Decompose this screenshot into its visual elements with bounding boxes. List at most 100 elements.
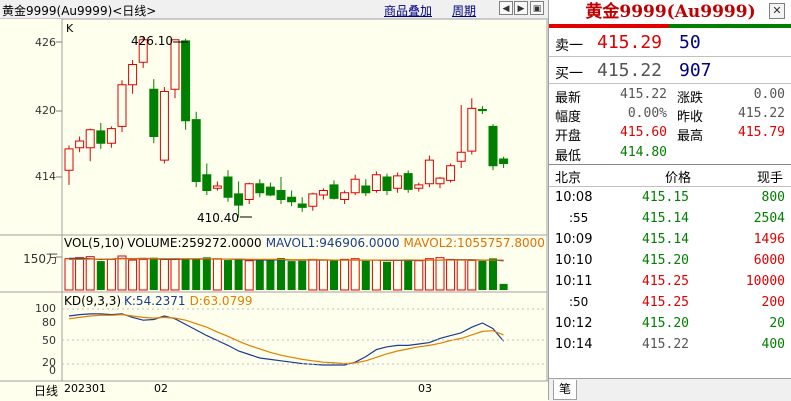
volume-bar [224, 260, 232, 290]
stat-high-value: 415.79 [738, 125, 785, 140]
bottom-tabbar: 笔 [549, 378, 791, 401]
kline-chart[interactable]: 426.10 410.40 K VOL(5,10) VOLUME:259272.0… [0, 19, 548, 400]
tick-price: 415.25 [642, 274, 689, 289]
tick-volume: 6000 [753, 253, 785, 268]
volume-bar [393, 259, 403, 291]
tick-time: :55 [569, 211, 589, 225]
candle [456, 105, 466, 168]
buy-price: 415.22 [597, 60, 663, 81]
candle [181, 38, 191, 130]
prev-arrow-icon[interactable]: ◀ [499, 1, 513, 15]
restore-window-icon[interactable]: ▣ [530, 1, 544, 15]
kd-legend: KD(9,3,3) K:54.2371 D:63.0799 [64, 294, 252, 308]
volume-bar [499, 283, 508, 290]
tick-time: 10:09 [555, 232, 593, 247]
price-tick-414: 414 [35, 170, 56, 183]
volume-bar [287, 261, 296, 290]
bar-red [549, 24, 669, 28]
volume-bar [181, 258, 190, 290]
tick-row: 10:08 415.15 800 [549, 189, 791, 210]
volume-bar [350, 258, 360, 291]
tick-time: :50 [569, 295, 589, 309]
bar-green [669, 24, 791, 28]
tick-row: 10:10 415.20 6000 [549, 252, 791, 273]
candle [467, 98, 477, 155]
low-annotation: 410.40 [197, 211, 239, 225]
candle [361, 179, 371, 197]
x-label-02: 02 [154, 382, 168, 395]
candle [64, 145, 74, 185]
candle [350, 174, 360, 195]
ticks-header-price: 价格 [665, 171, 692, 186]
stat-latest-value: 415.22 [620, 87, 667, 102]
tick-row: :50 415.25 200 [549, 294, 791, 315]
candle [255, 179, 265, 198]
tick-price: 415.22 [642, 337, 689, 352]
tick-volume: 10000 [745, 274, 785, 289]
kd-tick-80: 80 [42, 316, 56, 329]
candle [499, 156, 509, 168]
tick-price: 415.20 [642, 316, 689, 331]
volume-bar [404, 259, 413, 290]
candle [85, 128, 95, 162]
tick-time: 10:10 [555, 253, 593, 268]
volume-bar [478, 260, 487, 290]
k-line [68, 313, 505, 366]
candle [75, 136, 85, 153]
kline-tag: K [66, 22, 74, 35]
candle [212, 181, 222, 191]
ticks-header-time: 北京 [555, 171, 582, 186]
candle [265, 182, 275, 197]
period-label: 日线 [34, 384, 59, 398]
volume-bar [414, 260, 424, 291]
volume-bar [159, 258, 169, 291]
volume-bar [64, 258, 74, 291]
volume-bar [361, 260, 370, 290]
tick-volume: 800 [761, 190, 785, 205]
tick-price: 415.15 [642, 190, 689, 205]
tick-row: :55 415.14 2504 [549, 210, 791, 231]
volume-bar [435, 257, 445, 291]
stat-open-value: 415.60 [620, 125, 667, 140]
stat-prevclose-value: 415.22 [738, 106, 785, 121]
volume-bar [255, 260, 264, 290]
candle [170, 39, 180, 99]
stat-low-value: 414.80 [620, 145, 667, 160]
tick-price: 415.25 [642, 295, 689, 310]
close-icon[interactable]: ✕ [769, 3, 785, 19]
candle [340, 190, 350, 204]
overlay-link[interactable]: 商品叠加 [384, 2, 432, 19]
volume-bar [128, 259, 138, 291]
cycle-link[interactable]: 周期 [452, 2, 476, 19]
tick-time: 10:08 [555, 190, 593, 205]
volume-bar [467, 259, 477, 291]
chart-area[interactable]: 黄金9999(Au9999)<日线> 商品叠加 周期 ◀ ▶ ▣ 426.10 … [0, 0, 548, 400]
tick-price: 415.14 [642, 232, 689, 247]
volume-bar [340, 258, 350, 291]
volume-bar [212, 258, 222, 291]
volume-bar [117, 255, 127, 291]
candle [149, 79, 159, 144]
candle [414, 182, 424, 192]
candle [435, 177, 445, 189]
kd-tick-0: 0 [49, 364, 56, 377]
tab-trades[interactable]: 笔 [553, 380, 577, 400]
stat-range-label: 幅度 [555, 110, 582, 125]
candle [382, 173, 392, 195]
volume-bar [446, 258, 456, 291]
stat-prevclose-label: 昨收 [677, 110, 704, 125]
candle [287, 190, 297, 207]
candle [159, 87, 169, 164]
volume-bar [371, 259, 381, 291]
volume-bar [170, 258, 180, 291]
tick-volume: 20 [769, 316, 785, 331]
next-arrow-icon[interactable]: ▶ [514, 1, 528, 15]
candle [117, 80, 127, 132]
stat-open-label: 开盘 [555, 129, 582, 144]
candle [329, 180, 339, 200]
candle [308, 192, 318, 211]
candle [371, 171, 381, 193]
volume-tick: 150万 [23, 252, 58, 266]
candle [106, 126, 116, 148]
candle [477, 106, 487, 114]
